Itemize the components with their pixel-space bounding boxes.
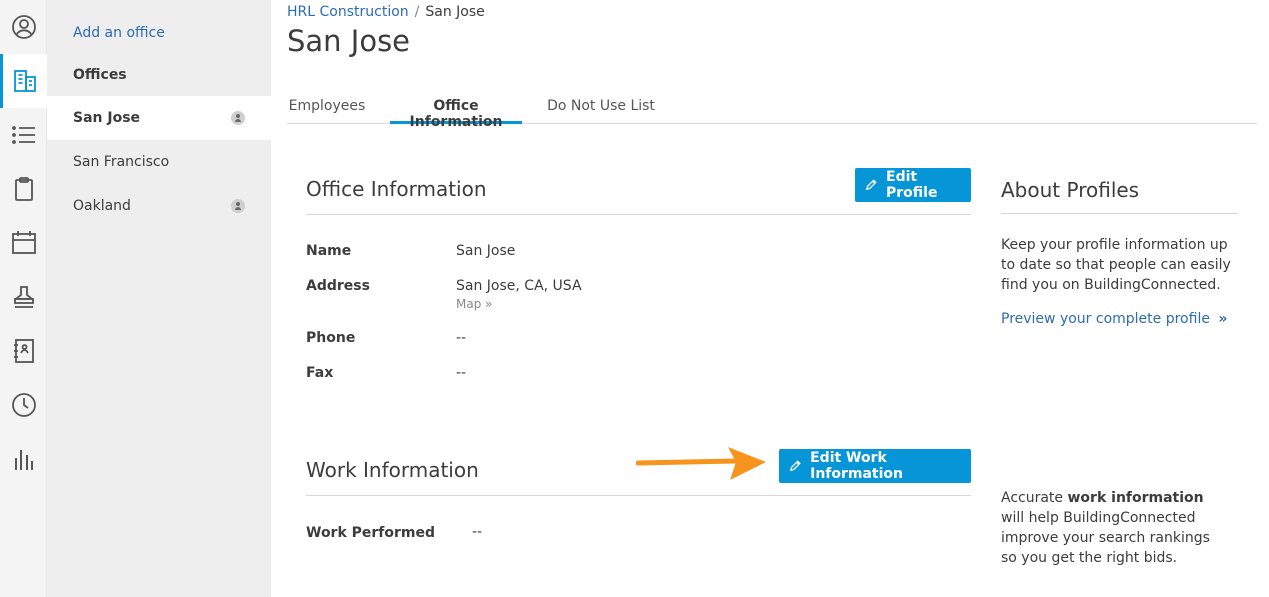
clipboard-icon bbox=[14, 177, 33, 201]
tab-employees[interactable]: Employees bbox=[287, 86, 367, 124]
add-office-link[interactable]: Add an office bbox=[73, 25, 165, 41]
about-profiles-heading: About Profiles bbox=[1001, 178, 1140, 202]
fax-label: Fax bbox=[306, 365, 334, 381]
list-icon bbox=[11, 126, 35, 144]
office-item-oakland[interactable]: Oakland bbox=[47, 184, 271, 228]
divider bbox=[306, 214, 971, 215]
contacts-nav-item[interactable] bbox=[0, 324, 47, 378]
pencil-icon bbox=[789, 460, 801, 472]
person-icon bbox=[231, 199, 245, 213]
divider bbox=[1001, 213, 1238, 214]
office-item-label: San Francisco bbox=[73, 154, 170, 170]
work-performed-label: Work Performed bbox=[306, 525, 436, 541]
building-icon bbox=[14, 70, 36, 92]
double-chevron-right-icon: » bbox=[1218, 311, 1228, 327]
list-nav-item[interactable] bbox=[0, 108, 47, 162]
edit-work-information-button[interactable]: Edit Work Information bbox=[779, 449, 971, 483]
tab-do-not-use-list[interactable]: Do Not Use List bbox=[546, 86, 656, 124]
user-circle-icon bbox=[11, 15, 36, 39]
work-performed-value: -- bbox=[472, 524, 483, 540]
work-note-bold: work information bbox=[1067, 490, 1204, 506]
map-link[interactable]: Map » bbox=[456, 297, 492, 311]
work-information-heading: Work Information bbox=[306, 458, 479, 482]
stamp-nav-item[interactable] bbox=[0, 270, 47, 324]
office-information-heading: Office Information bbox=[306, 177, 487, 201]
fax-value: -- bbox=[456, 365, 467, 381]
annotation-arrow-icon bbox=[636, 447, 766, 480]
office-item-label: Oakland bbox=[73, 198, 131, 214]
breadcrumb-company-link[interactable]: HRL Construction bbox=[287, 4, 409, 20]
clipboard-nav-item[interactable] bbox=[0, 162, 47, 216]
bar-chart-icon bbox=[14, 450, 33, 470]
breadcrumb: HRL Construction / San Jose bbox=[287, 4, 485, 20]
icon-rail bbox=[0, 0, 47, 597]
divider bbox=[306, 495, 971, 496]
pencil-icon bbox=[865, 179, 877, 191]
work-information-note: Accurate work information will help Buil… bbox=[1001, 488, 1216, 568]
history-nav-item[interactable] bbox=[0, 378, 47, 432]
work-note-prefix: Accurate bbox=[1001, 490, 1064, 506]
address-value: San Jose, CA, USA bbox=[456, 278, 582, 294]
page-title: San Jose bbox=[287, 24, 411, 58]
offices-heading: Offices bbox=[73, 67, 127, 83]
address-label: Address bbox=[306, 278, 370, 294]
office-item-san-jose[interactable]: San Jose bbox=[47, 96, 271, 140]
contacts-book-icon bbox=[13, 339, 34, 363]
breadcrumb-current: San Jose bbox=[425, 4, 485, 20]
edit-profile-label: Edit Profile bbox=[886, 169, 938, 201]
tab-bar: Employees Office Information Do Not Use … bbox=[287, 86, 1257, 130]
preview-profile-label: Preview your complete profile bbox=[1001, 311, 1210, 327]
stamp-icon bbox=[12, 286, 35, 308]
offices-nav-item[interactable] bbox=[0, 54, 47, 108]
name-value: San Jose bbox=[456, 243, 516, 259]
profile-nav-item[interactable] bbox=[0, 0, 47, 54]
office-item-san-francisco[interactable]: San Francisco bbox=[47, 140, 271, 184]
edit-profile-button[interactable]: Edit Profile bbox=[855, 168, 971, 202]
calendar-icon bbox=[11, 231, 36, 254]
tab-office-information[interactable]: Office Information bbox=[390, 86, 522, 130]
office-item-label: San Jose bbox=[73, 110, 141, 126]
phone-label: Phone bbox=[306, 330, 356, 346]
analytics-nav-item[interactable] bbox=[0, 432, 47, 486]
about-profiles-text: Keep your profile information up to date… bbox=[1001, 237, 1231, 293]
phone-value: -- bbox=[456, 330, 467, 346]
edit-work-information-label: Edit Work Information bbox=[810, 450, 904, 482]
calendar-nav-item[interactable] bbox=[0, 216, 47, 270]
name-label: Name bbox=[306, 243, 352, 259]
work-note-suffix: will help BuildingConnected improve your… bbox=[1001, 510, 1210, 566]
person-icon bbox=[231, 111, 245, 125]
clock-icon bbox=[11, 393, 36, 417]
preview-profile-link[interactable]: Preview your complete profile » bbox=[1001, 311, 1227, 327]
breadcrumb-separator: / bbox=[414, 4, 420, 20]
offices-panel: Add an office Offices San Jose San Franc… bbox=[47, 0, 271, 597]
